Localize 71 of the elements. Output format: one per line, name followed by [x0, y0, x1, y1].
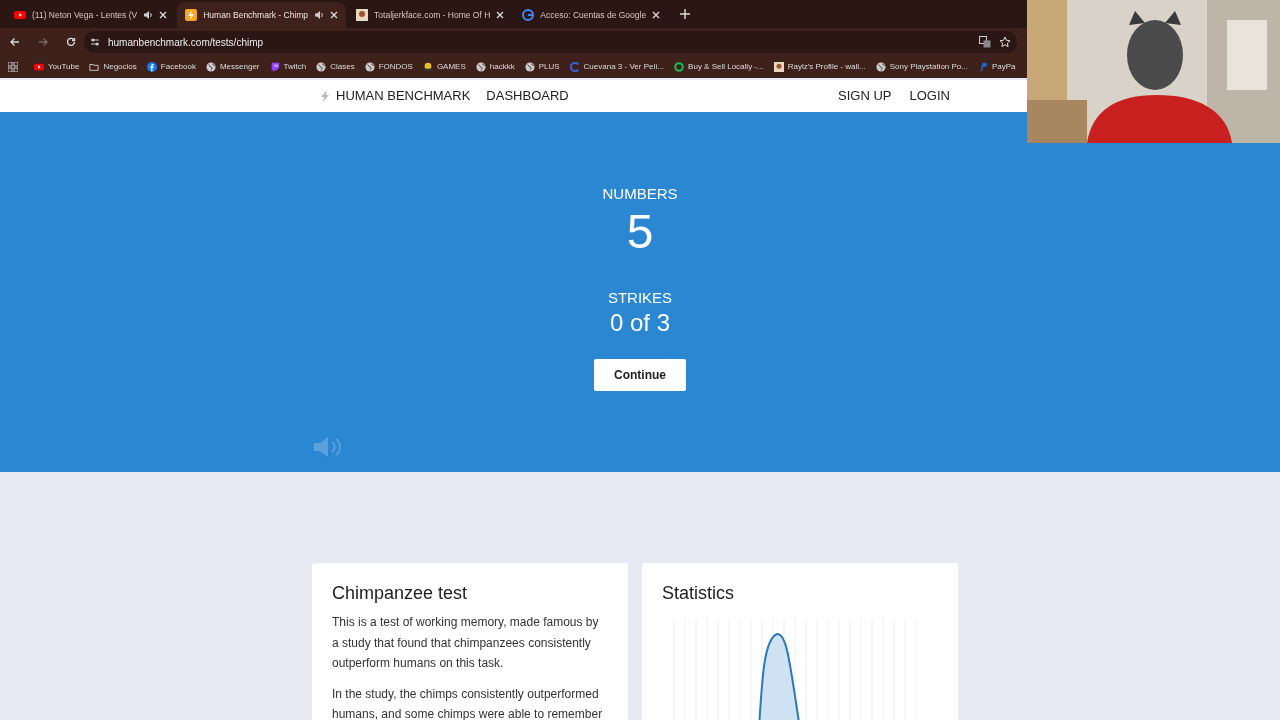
bookmark[interactable]: hackkk: [475, 61, 515, 73]
brand-link[interactable]: HUMAN BENCHMARK: [336, 86, 471, 106]
bolt-icon: [185, 9, 198, 21]
f-logo-icon: [146, 62, 157, 72]
bookmark[interactable]: Messenger: [205, 61, 260, 73]
bookmark[interactable]: Buy & Sell Locally -...: [674, 61, 764, 73]
continue-button[interactable]: Continue: [594, 359, 686, 391]
globe-icon: [524, 62, 535, 72]
globe-icon: [316, 62, 327, 72]
tab-title: (11) Neton Vega - Lentes (V: [32, 8, 138, 22]
address-field[interactable]: humanbenchmark.com/tests/chimp: [84, 31, 1017, 53]
star-icon[interactable]: [999, 36, 1011, 48]
tab-title: Acceso: Cuentas de Google: [540, 8, 647, 22]
reload-icon[interactable]: [66, 37, 76, 47]
close-icon[interactable]: [159, 11, 168, 19]
translate-icon[interactable]: [979, 36, 991, 48]
ring-icon: [674, 62, 685, 72]
bookmark[interactable]: GAMES: [422, 61, 466, 73]
numbers-label: NUMBERS: [602, 185, 678, 203]
play-logo-icon: [34, 62, 44, 72]
bookmark[interactable]: PayPa: [977, 61, 1016, 73]
card-title: Chimpanzee test: [332, 582, 469, 605]
url-text: humanbenchmark.com/tests/chimp: [108, 35, 265, 50]
bookmark[interactable]: Raylz's Profile - wall...: [773, 61, 866, 73]
image-icon: [356, 9, 369, 21]
bookmark[interactable]: FONDOS: [364, 61, 413, 73]
bookmark[interactable]: Cuevana 3 - Ver Pelí...: [569, 61, 665, 73]
c-logo-icon: [569, 62, 580, 72]
folder-icon: [89, 62, 100, 72]
nav-link[interactable]: SIGN UP: [838, 86, 892, 106]
nav-link[interactable]: DASHBOARD: [486, 86, 569, 106]
card-paragraph: This is a test of working memory, made famous by a study that found that chimpanzees consistently outperform humans on this task.: [332, 614, 600, 672]
bookmark[interactable]: Twitch: [269, 61, 307, 73]
speaker-icon[interactable]: [143, 10, 154, 20]
browser-tab[interactable]: Human Benchmark - Chimp: [177, 2, 347, 28]
bookmark[interactable]: Clases: [316, 61, 355, 73]
new-tab-icon[interactable]: [680, 9, 691, 19]
globe-icon: [875, 62, 886, 72]
game-icon: [422, 62, 433, 72]
bookmark[interactable]: PLUS: [524, 61, 560, 73]
card-paragraph: In the study, the chimps consistently outperformed humans, and some chimps were able to remember: [332, 685, 604, 720]
card-title: Statistics: [662, 582, 736, 605]
bookmark[interactable]: Facebook: [146, 61, 196, 73]
numbers-value: 5: [626, 205, 654, 259]
close-icon[interactable]: [330, 11, 339, 19]
nav-link[interactable]: LOGIN: [909, 86, 950, 106]
apps-grid-icon[interactable]: [8, 62, 18, 72]
strikes-value: 0 of 3: [609, 309, 670, 337]
browser-tab[interactable]: Acceso: Cuentas de Google: [514, 2, 669, 28]
image-icon: [773, 62, 784, 72]
bookmark[interactable]: YouTube: [34, 61, 80, 73]
site-settings-icon[interactable]: [90, 37, 100, 47]
strikes-label: STRIKES: [607, 289, 673, 307]
bolt-icon: [320, 90, 330, 102]
globe-icon: [475, 62, 486, 72]
play-logo-icon: [14, 9, 26, 21]
g-logo-icon: [522, 9, 535, 21]
speaker-icon[interactable]: [314, 10, 325, 20]
bookmark[interactable]: Negocios: [89, 61, 137, 73]
chat-bubble-icon: [269, 62, 280, 72]
forward-icon[interactable]: [38, 37, 48, 47]
tab-title: Human Benchmark - Chimp: [203, 8, 309, 22]
browser-tab[interactable]: (11) Neton Vega - Lentes (V: [6, 2, 176, 28]
close-icon[interactable]: [652, 11, 661, 19]
back-icon[interactable]: [10, 37, 20, 47]
globe-icon: [205, 62, 216, 72]
close-icon[interactable]: [496, 11, 505, 19]
globe-icon: [364, 62, 375, 72]
browser-tab[interactable]: Totaljerkface.com - Home Of H: [348, 2, 513, 28]
tab-title: Totaljerkface.com - Home Of H: [374, 8, 491, 22]
bookmark[interactable]: Sony Playstation Po...: [875, 61, 968, 73]
